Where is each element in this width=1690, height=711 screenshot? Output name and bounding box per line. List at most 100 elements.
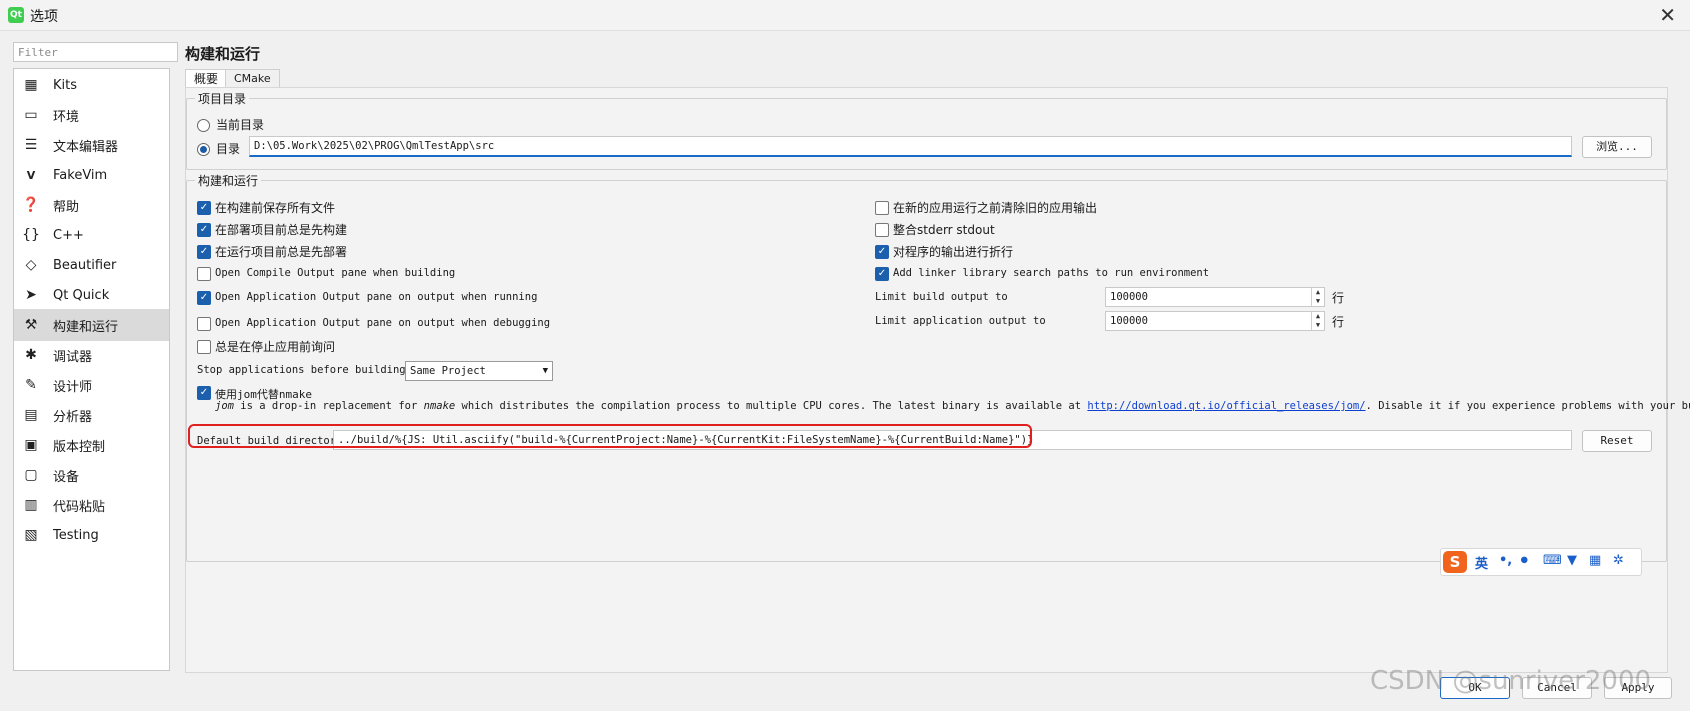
dir-radio[interactable] <box>197 143 210 156</box>
pencil-icon: ✎ <box>25 377 37 393</box>
sidebar-item-label: 分析器 <box>53 409 93 425</box>
options-sidebar: ▦ Kits ▭ 环境 ☰ 文本编辑器 V FakeVim ❓ 帮助 {} C+… <box>13 68 170 671</box>
clear-old-output-checkbox[interactable] <box>875 201 889 215</box>
spin-arrows-icon[interactable]: ▲ ▼ <box>1311 288 1324 306</box>
sidebar-item-devices[interactable]: ▢ 设备 <box>14 459 169 491</box>
stop-apps-label: Stop applications before building: <box>197 364 412 376</box>
sidebar-item-version-control[interactable]: ▣ 版本控制 <box>14 429 169 461</box>
sidebar-item-label: 文本编辑器 <box>53 139 119 155</box>
add-linker-paths-label: Add linker library search paths to run e… <box>893 267 1210 279</box>
sidebar-item-qt-quick[interactable]: ➤ Qt Quick <box>14 279 169 311</box>
sidebar-item-testing[interactable]: ▧ Testing <box>14 519 169 551</box>
paper-plane-icon: ➤ <box>25 287 37 303</box>
sidebar-item-label: Kits <box>53 77 78 93</box>
spin-arrows-icon[interactable]: ▲ ▼ <box>1311 312 1324 330</box>
sidebar-item-label: C++ <box>53 227 84 243</box>
settings-icon[interactable]: ✲ <box>1613 553 1624 568</box>
monitor-icon: ▭ <box>24 107 38 123</box>
toolbox-icon[interactable]: ▦ <box>1589 553 1601 568</box>
testing-icon: ▧ <box>24 527 38 543</box>
sidebar-item-label: 帮助 <box>53 199 80 215</box>
limit-build-output-value: 100000 <box>1110 291 1148 303</box>
text-editor-icon: ☰ <box>24 137 38 153</box>
limit-app-output-spinbox[interactable]: 100000 ▲ ▼ <box>1105 311 1325 331</box>
sidebar-item-cpp[interactable]: {} C++ <box>14 219 169 251</box>
punct-icon[interactable]: •, <box>1499 553 1512 568</box>
build-before-deploy-checkbox[interactable]: ✓ <box>197 223 211 237</box>
version-control-icon: ▣ <box>24 437 38 453</box>
ask-before-stop-label: 总是在停止应用前询问 <box>215 340 336 354</box>
ask-before-stop-checkbox[interactable] <box>197 340 211 354</box>
browse-button[interactable]: 浏览... <box>1582 136 1652 158</box>
limit-build-output-label: Limit build output to <box>875 291 1008 303</box>
tab-general[interactable]: 概要 <box>185 69 228 88</box>
sidebar-item-label: Qt Quick <box>53 287 110 303</box>
kits-icon: ▦ <box>24 77 38 93</box>
limit-build-unit: 行 <box>1332 291 1345 305</box>
limit-app-unit: 行 <box>1332 315 1345 329</box>
sidebar-item-label: 设计师 <box>53 379 93 395</box>
merge-stderr-stdout-checkbox[interactable] <box>875 223 889 237</box>
sidebar-item-fakevim[interactable]: V FakeVim <box>14 159 169 191</box>
jom-download-link[interactable]: http://download.qt.io/official_releases/… <box>1087 400 1365 412</box>
sidebar-item-label: FakeVim <box>53 167 108 183</box>
project-dir-group: 项目目录 当前目录 目录 D:\05.Work\2025\02\PROG\Qml… <box>186 90 1667 170</box>
settings-panel: 项目目录 当前目录 目录 D:\05.Work\2025\02\PROG\Qml… <box>185 87 1690 673</box>
open-compile-output-label: Open Compile Output pane when building <box>215 267 456 279</box>
ime-toolbar: S 英 •, ⏺ ⌨ ▼ ▦ ✲ <box>1440 548 1642 576</box>
clear-old-output-label: 在新的应用运行之前清除旧的应用输出 <box>893 201 1098 215</box>
sidebar-item-analyzer[interactable]: ▤ 分析器 <box>14 399 169 431</box>
hammer-icon: ⚒ <box>24 317 38 333</box>
device-icon: ▢ <box>24 467 38 483</box>
csdn-watermark: CSDN @sunriver2000 <box>1370 666 1652 696</box>
deploy-before-run-checkbox[interactable]: ✓ <box>197 245 211 259</box>
open-app-output-debugging-checkbox[interactable] <box>197 317 211 331</box>
sidebar-item-label: 设备 <box>53 469 80 485</box>
limit-build-output-spinbox[interactable]: 100000 ▲ ▼ <box>1105 287 1325 307</box>
wrap-output-checkbox[interactable]: ✓ <box>875 245 889 259</box>
sidebar-item-text-editor[interactable]: ☰ 文本编辑器 <box>14 129 169 161</box>
close-button[interactable]: ✕ <box>1659 3 1676 27</box>
sidebar-item-build-run[interactable]: ⚒ 构建和运行 <box>14 309 169 341</box>
save-before-build-checkbox[interactable]: ✓ <box>197 201 211 215</box>
ime-mode[interactable]: 英 <box>1475 553 1488 572</box>
stop-apps-value: Same Project <box>410 365 486 377</box>
window-title: 选项 <box>30 9 58 25</box>
sidebar-item-environment[interactable]: ▭ 环境 <box>14 99 169 131</box>
stop-apps-select[interactable]: Same Project ▼ <box>405 361 553 381</box>
project-dir-input[interactable]: D:\05.Work\2025\02\PROG\QmlTestApp\src <box>249 136 1572 157</box>
skin-icon[interactable]: ▼ <box>1567 553 1577 568</box>
save-before-build-label: 在构建前保存所有文件 <box>215 201 336 215</box>
sidebar-item-label: 构建和运行 <box>53 319 119 335</box>
tab-cmake[interactable]: CMake <box>225 69 280 88</box>
sidebar-item-debugger[interactable]: ✱ 调试器 <box>14 339 169 371</box>
wrap-output-label: 对程序的输出进行折行 <box>893 245 1014 259</box>
jom-description: jom is a drop-in replacement for nmake w… <box>215 400 1690 412</box>
sidebar-item-label: Testing <box>53 527 99 543</box>
build-run-title: 构建和运行 <box>195 172 262 189</box>
sidebar-item-designer[interactable]: ✎ 设计师 <box>14 369 169 401</box>
reset-button[interactable]: Reset <box>1582 430 1652 452</box>
add-linker-paths-checkbox[interactable]: ✓ <box>875 267 889 281</box>
sidebar-item-label: 调试器 <box>53 349 93 365</box>
sidebar-item-beautifier[interactable]: ◇ Beautifier <box>14 249 169 281</box>
mic-icon[interactable]: ⏺ <box>1521 553 1528 568</box>
sidebar-item-code-paste[interactable]: ▥ 代码粘贴 <box>14 489 169 521</box>
sidebar-item-help[interactable]: ❓ 帮助 <box>14 189 169 221</box>
fakevim-icon: V <box>26 168 36 182</box>
sidebar-item-label: 版本控制 <box>53 439 106 455</box>
open-app-output-running-checkbox[interactable]: ✓ <box>197 291 211 305</box>
jom-desc-part: nmake <box>423 400 456 412</box>
bug-icon: ✱ <box>25 347 37 363</box>
help-icon: ❓ <box>22 197 40 213</box>
current-dir-radio[interactable] <box>197 119 210 132</box>
merge-stderr-stdout-label: 整合stderr stdout <box>893 223 995 237</box>
filter-input[interactable] <box>13 42 178 62</box>
jom-desc-part: . Disable it if you experience problems … <box>1365 400 1690 412</box>
sogou-logo-icon[interactable]: S <box>1443 551 1467 573</box>
keyboard-icon[interactable]: ⌨ <box>1543 553 1562 568</box>
sidebar-item-kits[interactable]: ▦ Kits <box>14 69 169 101</box>
open-compile-output-checkbox[interactable] <box>197 267 211 281</box>
use-jom-checkbox[interactable]: ✓ <box>197 386 211 400</box>
build-before-deploy-label: 在部署项目前总是先构建 <box>215 223 348 237</box>
